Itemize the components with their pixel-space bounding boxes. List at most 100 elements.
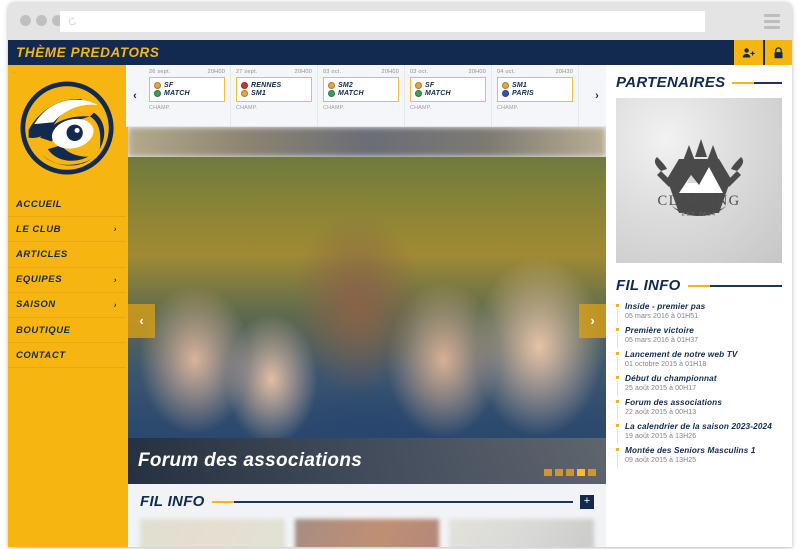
news-date: 05 mars 2016 à 01H37 [625,337,699,344]
bottom-news-thumbnails [140,519,595,547]
match-away-team: MATCH [328,90,394,97]
hero-pagination [544,469,596,476]
news-thumbnail[interactable] [140,519,285,547]
center-column: ‹ 26 sept. 20H00 SF MATCH CHAMP. 27 sept… [126,65,606,547]
news-title: Première victoire [625,326,694,335]
sidebar-item-equipes[interactable]: EQUIPES › [8,268,126,293]
sidebar-item-label: SAISON [16,299,56,311]
sidebar-item-articles[interactable]: ARTICLES [8,242,126,268]
team-name: SM2 [338,82,353,89]
match-strip-prev-button[interactable]: ‹ [126,65,144,126]
match-card[interactable]: 03 oct. 20H00 SM2 MATCH CHAMP. [318,65,405,126]
user-plus-icon [742,47,755,58]
reload-icon[interactable] [68,17,77,26]
news-thumbnail[interactable] [449,519,595,547]
site-body: ACCUEIL LE CLUB › ARTICLES EQUIPES › SAI… [8,65,792,547]
sidebar-item-accueil[interactable]: ACCUEIL [8,192,126,218]
match-home-team: SM2 [328,82,394,89]
match-meta: 03 oct. 20H00 [323,69,399,75]
hero-dot[interactable] [555,469,563,476]
list-item[interactable]: Forum des associations 22 août 2015 à 00… [616,397,782,421]
url-bar[interactable] [60,11,705,32]
news-title: Lancement de notre web TV [625,350,738,359]
list-item[interactable]: Première victoire 05 mars 2016 à 01H37 [616,325,782,349]
list-item[interactable]: La calendrier de la saison 2023-2024 19 … [616,421,782,445]
news-date: 09 août 2015 à 13H25 [625,457,697,464]
match-card[interactable]: 27 sept. 20H00 RENNES SM1 CHAMP. [231,65,318,126]
padlock-icon [774,46,783,58]
list-item[interactable]: Montée des Seniors Masculins 1 09 août 2… [616,445,782,469]
browser-window: THÈME PREDATORS ACCUEIL LE CLUB › ARTICL… [8,2,792,547]
add-user-button[interactable] [734,40,763,65]
bottom-news-header: FIL INFO + [140,493,594,510]
right-sidebar: PARTENAIRES CLIMBING EST 2014 FIL INFO I… [606,65,792,547]
list-item[interactable]: Inside - premier pas 05 mars 2016 à 01H5… [616,301,782,325]
match-card[interactable]: 04 oct. 20H30 SM1 PARIS CHAMP. [492,65,579,126]
bottom-news-add-button[interactable]: + [580,494,594,509]
team-name: SM1 [512,82,527,89]
news-title: La calendrier de la saison 2023-2024 [625,422,772,431]
match-home-team: SF [154,82,220,89]
left-sidebar: ACCUEIL LE CLUB › ARTICLES EQUIPES › SAI… [8,65,126,547]
news-date: 22 août 2015 à 00H13 [625,409,697,416]
partner-logo-card[interactable]: CLIMBING EST 2014 [616,98,782,263]
match-card[interactable]: 03 oct. 20H00 SF MATCH CHAMP. [405,65,492,126]
match-teams: SM2 MATCH [323,77,399,102]
partners-header: PARTENAIRES [616,74,782,91]
news-panel-header: FIL INFO [616,277,782,294]
sidebar-item-label: ACCUEIL [16,198,63,210]
team-name: RENNES [251,82,282,89]
news-panel: FIL INFO Inside - premier pas 05 mars 20… [616,277,782,469]
hamburger-menu-icon[interactable] [764,14,780,29]
hero-dot[interactable] [544,469,552,476]
list-item[interactable]: Lancement de notre web TV 01 octobre 201… [616,349,782,373]
hero-image: ‹ › Forum des associations [128,157,606,484]
hero-dot-active[interactable] [577,469,585,476]
window-controls[interactable] [20,15,63,26]
hero-prev-button[interactable]: ‹ [128,303,155,338]
window-close-dot[interactable] [20,15,31,26]
climbing-logo-icon [654,138,744,216]
news-title: Inside - premier pas [625,302,706,311]
sidebar-item-label: EQUIPES [16,274,63,286]
news-list: Inside - premier pas 05 mars 2016 à 01H5… [616,301,782,469]
window-minimize-dot[interactable] [36,15,47,26]
news-panel-title: FIL INFO [616,277,681,294]
team-badge-icon [415,82,422,89]
team-name: SF [164,82,174,89]
match-away-team: MATCH [415,90,481,97]
partner-logo-subtext: EST 2014 [681,212,717,218]
chevron-right-icon: › [113,300,117,310]
chevron-right-icon: › [113,275,117,285]
match-time: 20H00 [381,69,399,75]
sidebar-item-le-club[interactable]: LE CLUB › [8,217,126,243]
team-badge-icon [328,90,335,97]
match-card[interactable]: 26 sept. 20H00 SF MATCH CHAMP. [144,65,231,126]
predator-eye-logo-icon [20,80,114,175]
team-name: MATCH [164,90,190,97]
match-list: 26 sept. 20H00 SF MATCH CHAMP. 27 sept. … [144,65,588,126]
hero-dot[interactable] [566,469,574,476]
match-competition: CHAMP. [149,105,171,111]
match-competition: CHAMP. [410,105,432,111]
news-date: 19 août 2015 à 13H26 [625,433,697,440]
match-strip: ‹ 26 sept. 20H00 SF MATCH CHAMP. 27 sept… [126,65,606,127]
section-divider [687,284,782,287]
sidebar-item-contact[interactable]: CONTACT [8,343,126,369]
hero-slider: ‹ › Forum des associations [126,127,606,484]
match-date: 04 oct. [497,69,516,75]
list-item[interactable]: Début du championnat 25 août 2015 à 00H1… [616,373,782,397]
hero-next-button[interactable]: › [579,303,606,338]
match-strip-next-button[interactable]: › [588,65,606,126]
hero-dot[interactable] [588,469,596,476]
sidebar-item-boutique[interactable]: BOUTIQUE [8,318,126,344]
sidebar-item-label: ARTICLES [16,248,68,260]
login-button[interactable] [763,40,792,65]
section-divider [732,81,782,84]
section-divider [211,500,573,503]
news-thumbnail[interactable] [294,519,440,547]
club-logo[interactable] [8,65,126,190]
bottom-news-title: FIL INFO [140,493,205,510]
sidebar-item-saison[interactable]: SAISON › [8,293,126,318]
main-navigation: ACCUEIL LE CLUB › ARTICLES EQUIPES › SAI… [8,190,126,369]
